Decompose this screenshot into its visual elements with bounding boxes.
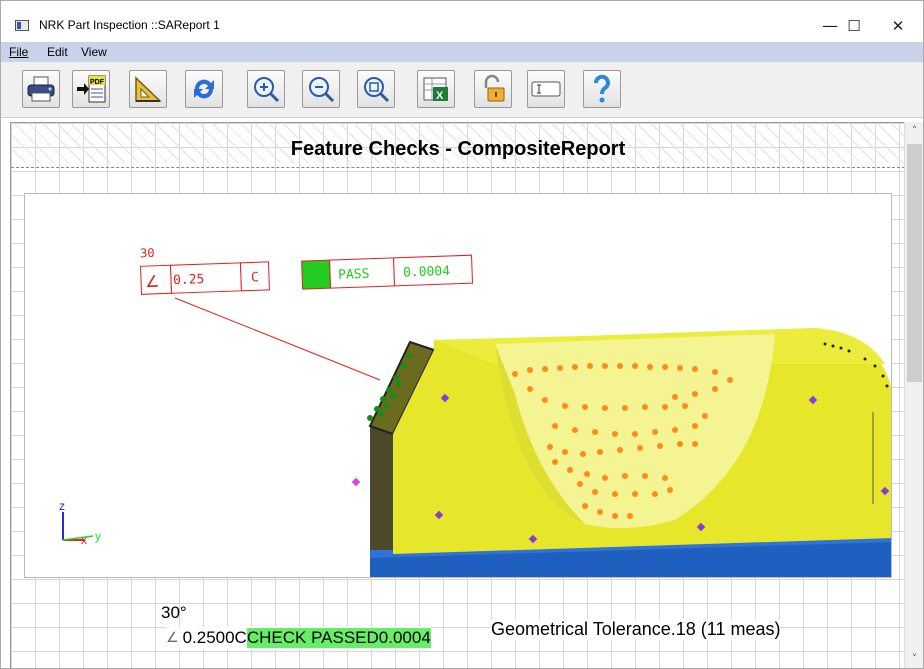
callout-datum: C [251,270,259,285]
export-pdf-button[interactable]: PDF [72,70,110,108]
unlock-button[interactable] [474,70,512,108]
window-title: NRK Part Inspection ::SAReport 1 [39,18,220,32]
zoom-fit-icon [364,77,390,103]
report-canvas[interactable]: Feature Checks - CompositeReport 30 ∠ 0.… [10,122,904,668]
axis-z-label: z [59,499,65,513]
menu-file[interactable]: File [9,45,28,59]
refresh-icon [194,79,214,99]
close-button[interactable]: ✕ [875,11,921,41]
unlock-icon [484,74,505,102]
menu-bar: File Edit View [1,42,923,62]
app-icon [15,20,29,31]
pass-frame: PASS 0.0004 [301,254,474,290]
axis-x-label: x [81,533,87,547]
pdf-label: PDF [90,79,105,86]
app-window: NRK Part Inspection ::SAReport 1 — ☐ ✕ F… [0,0,924,669]
feature-control-frame: 30 ∠ 0.25 C [140,246,270,295]
help-icon [594,74,610,103]
svg-text:X: X [436,90,444,102]
text-field-icon [531,81,561,97]
caption-row: ∠ 0.2500C CHECK PASSED0.0004 [166,627,431,649]
report-setup-button[interactable] [129,70,167,108]
help-button[interactable] [583,70,621,108]
printer-icon [27,76,55,102]
scroll-up-arrow[interactable]: ˄ [905,122,924,140]
toolbar: PDF X [1,62,923,118]
pass-status: PASS [338,267,370,283]
axis-y-label: y [95,529,101,543]
report-title: Feature Checks - CompositeReport [290,138,626,160]
caption-angularity-symbol: ∠ [166,630,179,646]
refresh-button[interactable] [185,70,223,108]
pass-deviation: 0.0004 [403,264,451,281]
maximize-button[interactable]: ☐ [831,11,877,41]
part-model-view[interactable]: 30 ∠ 0.25 C PASS 0.0004 z x y [25,194,892,578]
callout-leader [174,297,381,381]
zoom-out-icon [309,77,335,103]
zoom-in-icon [254,77,280,103]
menu-view[interactable]: View [81,45,107,59]
zoom-in-button[interactable] [247,70,285,108]
caption-angle: 30° [161,603,187,622]
callout-angle: 30 [140,246,155,260]
caption-description: Geometrical Tolerance.18 (11 meas) [491,619,781,640]
export-excel-icon: X [423,77,448,102]
report-header: Feature Checks - CompositeReport [11,123,904,163]
export-excel-button[interactable]: X [417,70,455,108]
vertical-scrollbar[interactable]: ˄ ˅ [904,122,923,668]
zoom-out-button[interactable] [302,70,340,108]
title-bar: NRK Part Inspection ::SAReport 1 — ☐ ✕ [1,1,923,41]
text-field-button[interactable] [527,70,565,108]
export-pdf-icon: PDF [77,75,106,103]
caption-result: CHECK PASSED0.0004 [246,628,431,648]
angularity-symbol: ∠ [145,272,160,291]
scroll-down-arrow[interactable]: ˅ [905,650,924,668]
callout-tolerance: 0.25 [173,272,205,288]
axis-triad: z x y [59,499,101,547]
zoom-fit-button[interactable] [357,70,395,108]
caption-tolerance: 0.2500C [182,628,247,647]
set-square-icon [135,76,162,102]
probe-marker [351,477,361,487]
header-divider [11,167,904,168]
scroll-thumb[interactable] [907,144,922,382]
menu-edit[interactable]: Edit [47,45,68,59]
print-button[interactable] [22,70,60,108]
3d-viewport[interactable]: 30 ∠ 0.25 C PASS 0.0004 z x y [24,193,892,578]
